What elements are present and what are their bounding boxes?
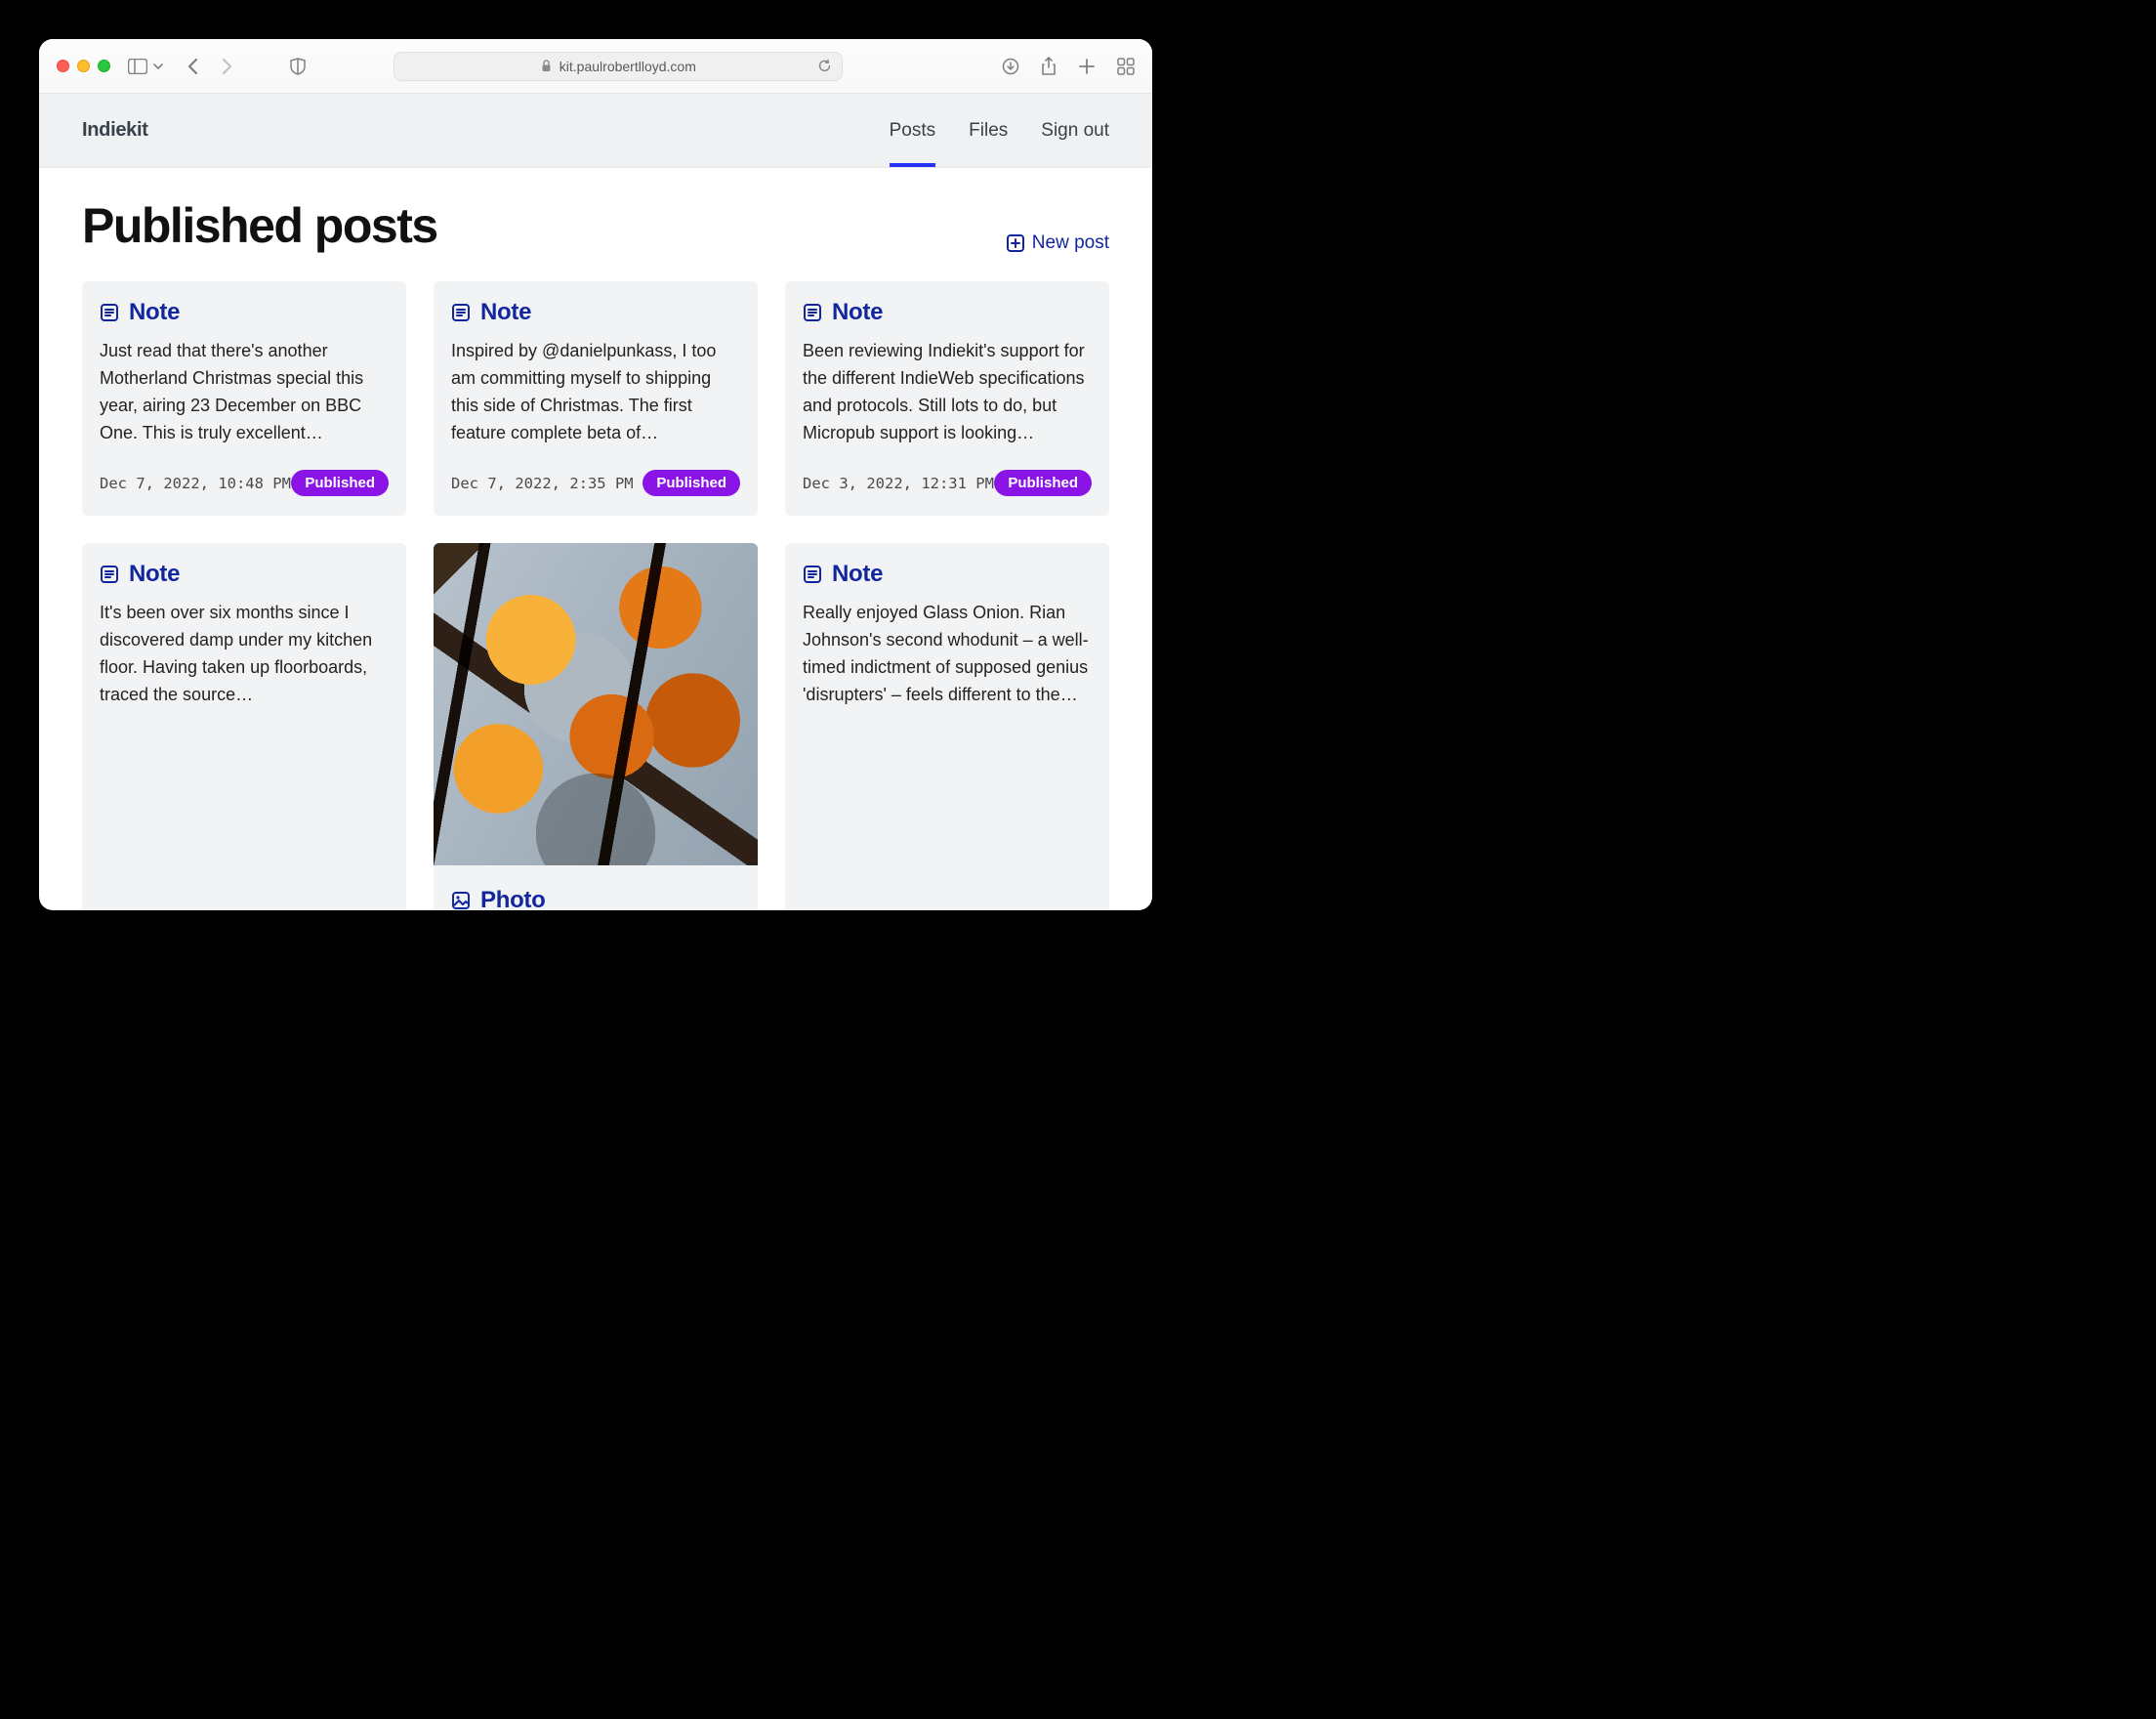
post-card[interactable]: Note Really enjoyed Glass Onion. Rian Jo… <box>785 543 1109 910</box>
post-type: Note <box>832 299 883 326</box>
nav-sign-out[interactable]: Sign out <box>1041 94 1109 167</box>
post-card[interactable]: Note Been reviewing Indiekit's support f… <box>785 281 1109 516</box>
page-title: Published posts <box>82 197 437 254</box>
post-type: Photo <box>480 887 545 910</box>
minimize-window-button[interactable] <box>77 60 90 72</box>
url-text: kit.paulrobertlloyd.com <box>560 59 696 74</box>
post-excerpt: Just read that there's another Motherlan… <box>100 338 389 447</box>
close-window-button[interactable] <box>57 60 69 72</box>
note-icon <box>100 303 119 322</box>
browser-toolbar: kit.paulrobertlloyd.com <box>39 39 1152 94</box>
post-card[interactable]: Note Just read that there's another Moth… <box>82 281 406 516</box>
post-type: Note <box>129 299 180 326</box>
photo-icon <box>451 891 471 910</box>
post-photo <box>434 543 758 865</box>
sidebar-toggle[interactable] <box>128 59 163 74</box>
status-badge: Published <box>291 470 389 496</box>
post-timestamp: Dec 7, 2022, 10:48 PM <box>100 475 291 492</box>
post-timestamp: Dec 7, 2022, 2:35 PM <box>451 475 634 492</box>
browser-window: kit.paulrobertlloyd.com Indiekit Posts <box>39 39 1152 910</box>
new-post-label: New post <box>1032 232 1109 254</box>
address-bar[interactable]: kit.paulrobertlloyd.com <box>394 52 843 81</box>
post-excerpt: Inspired by @danielpunkass, I too am com… <box>451 338 740 447</box>
chevron-down-icon <box>153 63 163 70</box>
new-tab-icon[interactable] <box>1078 57 1096 76</box>
note-icon <box>803 303 822 322</box>
post-excerpt: It's been over six months since I discov… <box>100 600 389 709</box>
note-icon <box>451 303 471 322</box>
forward-button[interactable] <box>220 58 233 75</box>
reload-icon[interactable] <box>817 59 832 73</box>
content-area: Published posts New post Note Just read … <box>39 168 1152 910</box>
nav-posts[interactable]: Posts <box>890 94 936 167</box>
plus-square-icon <box>1007 234 1024 252</box>
post-excerpt: Been reviewing Indiekit's support for th… <box>803 338 1092 447</box>
note-icon <box>100 565 119 584</box>
post-card[interactable]: Photo <box>434 543 758 910</box>
window-controls <box>57 60 110 72</box>
post-type: Note <box>832 561 883 588</box>
app-header: Indiekit Posts Files Sign out <box>39 94 1152 168</box>
status-badge: Published <box>994 470 1092 496</box>
new-post-button[interactable]: New post <box>1007 232 1109 254</box>
tab-overview-icon[interactable] <box>1117 57 1135 76</box>
lock-icon <box>541 60 552 72</box>
post-card[interactable]: Note It's been over six months since I d… <box>82 543 406 910</box>
post-timestamp: Dec 3, 2022, 12:31 PM <box>803 475 994 492</box>
back-button[interactable] <box>187 58 200 75</box>
note-icon <box>803 565 822 584</box>
sidebar-icon <box>128 59 147 74</box>
nav-files[interactable]: Files <box>969 94 1008 167</box>
zoom-window-button[interactable] <box>98 60 110 72</box>
post-type: Note <box>480 299 531 326</box>
post-card[interactable]: Note Inspired by @danielpunkass, I too a… <box>434 281 758 516</box>
primary-nav: Posts Files Sign out <box>890 94 1109 167</box>
share-icon[interactable] <box>1041 57 1057 76</box>
status-badge: Published <box>643 470 740 496</box>
post-type: Note <box>129 561 180 588</box>
app-brand[interactable]: Indiekit <box>82 119 148 142</box>
shield-icon[interactable] <box>290 58 306 75</box>
post-excerpt: Really enjoyed Glass Onion. Rian Johnson… <box>803 600 1092 709</box>
downloads-icon[interactable] <box>1002 57 1019 76</box>
post-grid: Note Just read that there's another Moth… <box>82 281 1109 910</box>
